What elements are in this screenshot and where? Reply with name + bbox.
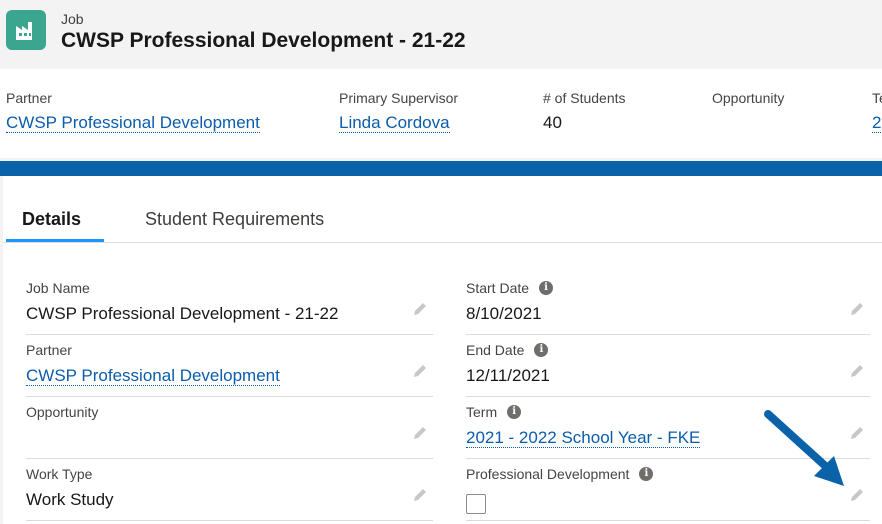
num-students-value: 40 [543,113,562,132]
info-icon[interactable]: i [534,343,549,357]
active-tab-indicator [6,239,104,242]
field-label: Job Name [26,280,90,296]
field-work-type: Work Type Work Study [26,460,433,521]
partner-link[interactable]: CWSP Professional Development [26,366,280,386]
job-name-value: CWSP Professional Development - 21-22 [26,304,339,323]
field-start-date: Start Date i 8/10/2021 [466,274,870,335]
highlight-num-students: # of Students 40 [543,90,626,133]
term-link[interactable]: 2 [872,113,882,133]
record-title: CWSP Professional Development - 21-22 [61,29,466,52]
field-label: Opportunity [26,404,99,420]
highlight-label: Primary Supervisor [339,90,459,106]
field-label: Professional Development i [466,466,654,482]
highlight-primary-supervisor: Primary Supervisor Linda Cordova [339,90,458,133]
field-label: End Date i [466,342,549,358]
highlight-label: # of Students [543,90,626,106]
end-date-value: 12/11/2021 [466,366,550,385]
info-icon[interactable]: i [639,467,654,481]
highlight-term-truncated: Te 2 [872,90,882,133]
work-type-value: Work Study [26,490,114,509]
highlight-opportunity: Opportunity [712,90,784,113]
factory-icon [6,10,46,50]
primary-supervisor-link[interactable]: Linda Cordova [339,113,450,133]
field-label: Work Type [26,466,93,482]
term-link[interactable]: 2021 - 2022 School Year - FKE [466,428,701,448]
info-icon[interactable]: i [539,281,554,295]
pencil-icon[interactable] [848,362,866,380]
partner-link[interactable]: CWSP Professional Development [6,113,260,133]
pencil-icon[interactable] [411,300,429,318]
record-header: Job CWSP Professional Development - 21-2… [0,0,882,69]
field-label: Partner [26,342,72,358]
annotation-arrow-icon [764,410,844,486]
professional-development-checkbox[interactable] [466,494,486,514]
pencil-icon[interactable] [411,424,429,442]
field-partner: Partner CWSP Professional Development [26,336,433,397]
pencil-icon[interactable] [411,362,429,380]
field-opportunity: Opportunity [26,398,433,459]
object-type-label: Job [61,11,84,27]
details-card: Details Student Requirements Job Name CW… [3,176,882,524]
highlights-panel: Partner CWSP Professional Development Pr… [0,69,882,158]
field-job-name: Job Name CWSP Professional Development -… [26,274,433,335]
field-label: Start Date i [466,280,554,296]
tab-student-requirements[interactable]: Student Requirements [145,209,324,230]
pencil-icon[interactable] [848,300,866,318]
pencil-icon[interactable] [411,486,429,504]
start-date-value: 8/10/2021 [466,304,542,323]
highlight-label: Te [872,90,882,106]
highlight-label: Partner [6,90,52,106]
brand-bar [0,161,882,176]
tab-details[interactable]: Details [22,209,81,230]
highlight-partner: Partner CWSP Professional Development [6,90,260,133]
field-end-date: End Date i 12/11/2021 [466,336,870,397]
info-icon[interactable]: i [507,405,522,419]
highlight-label: Opportunity [712,90,785,106]
field-label: Term i [466,404,522,420]
tab-bar: Details Student Requirements [3,176,882,243]
